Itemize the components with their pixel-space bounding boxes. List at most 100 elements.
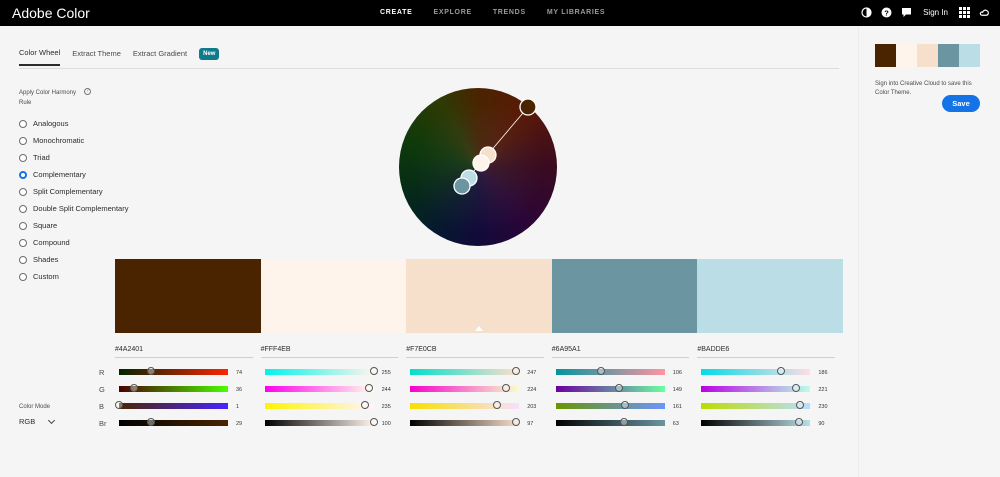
- slider-track-b[interactable]: [701, 401, 811, 409]
- slider-track-g[interactable]: [119, 384, 228, 392]
- slider-value-r[interactable]: 255: [382, 370, 400, 376]
- slider-track-g[interactable]: [264, 384, 374, 392]
- handle-color-2[interactable]: [472, 154, 490, 172]
- rule-compound[interactable]: Compound: [19, 234, 128, 251]
- slider-handle[interactable]: [364, 384, 373, 392]
- radio-selected-icon[interactable]: [19, 170, 27, 179]
- rule-monochromatic[interactable]: Monochromatic: [19, 132, 128, 149]
- slider-value-b[interactable]: 203: [527, 404, 545, 410]
- slider-track-r[interactable]: [119, 367, 228, 375]
- save-button[interactable]: Save: [942, 95, 980, 112]
- slider-track-r[interactable]: [264, 367, 378, 375]
- slider-handle[interactable]: [146, 418, 155, 426]
- slider-handle[interactable]: [597, 367, 606, 375]
- app-title[interactable]: Adobe Color: [12, 5, 90, 21]
- slider-handle[interactable]: [501, 384, 510, 392]
- slider-value-br[interactable]: 29: [236, 421, 254, 427]
- swatch-4[interactable]: [551, 259, 698, 333]
- radio-icon[interactable]: [19, 204, 27, 213]
- slider-value-r[interactable]: 106: [673, 370, 691, 376]
- hex-input-5[interactable]: #BADDE6: [697, 346, 835, 358]
- slider-handle[interactable]: [361, 401, 370, 409]
- slider-value-g[interactable]: 224: [527, 387, 545, 393]
- nav-my-libraries[interactable]: MY LIBRARIES: [547, 9, 605, 16]
- slider-track-r[interactable]: [410, 367, 520, 375]
- rule-double-split-complementary[interactable]: Double Split Complementary: [19, 200, 128, 217]
- slider-value-b[interactable]: 235: [382, 404, 400, 410]
- rule-analogous[interactable]: Analogous: [19, 115, 128, 132]
- radio-icon[interactable]: [19, 255, 27, 264]
- tab-extract-gradient[interactable]: Extract Gradient: [133, 49, 187, 65]
- slider-track-b[interactable]: [410, 401, 520, 409]
- slider-handle[interactable]: [776, 367, 785, 375]
- slider-track-br[interactable]: [555, 418, 665, 426]
- info-icon[interactable]: ?: [84, 88, 91, 95]
- handle-color-4[interactable]: [453, 177, 471, 195]
- slider-track-br[interactable]: [119, 418, 228, 426]
- creative-cloud-icon[interactable]: [979, 7, 990, 18]
- slider-track-r[interactable]: [555, 367, 665, 375]
- slider-handle[interactable]: [615, 384, 624, 392]
- swatch-1[interactable]: [115, 259, 261, 333]
- slider-track-g[interactable]: [701, 384, 811, 392]
- help-icon[interactable]: ?: [881, 7, 892, 18]
- tab-color-wheel[interactable]: Color Wheel: [19, 48, 61, 66]
- radio-icon[interactable]: [19, 119, 27, 128]
- rule-square[interactable]: Square: [19, 217, 128, 234]
- slider-value-br[interactable]: 100: [382, 421, 400, 427]
- apps-grid-icon[interactable]: [959, 7, 970, 18]
- rule-complementary[interactable]: Complementary: [19, 166, 128, 183]
- hex-input-2[interactable]: #FFF4EB: [260, 346, 399, 358]
- slider-value-g[interactable]: 221: [818, 387, 836, 393]
- slider-value-br[interactable]: 90: [818, 421, 836, 427]
- accessibility-icon[interactable]: [861, 7, 872, 18]
- swatch-3[interactable]: [406, 259, 552, 333]
- slider-value-g[interactable]: 149: [673, 387, 691, 393]
- slider-value-b[interactable]: 1: [236, 404, 254, 410]
- radio-icon[interactable]: [19, 238, 27, 247]
- nav-explore[interactable]: EXPLORE: [433, 9, 471, 16]
- slider-value-g[interactable]: 36: [236, 387, 254, 393]
- slider-handle[interactable]: [146, 367, 155, 375]
- hex-input-1[interactable]: #4A2401: [115, 346, 253, 358]
- slider-value-g[interactable]: 244: [382, 387, 400, 393]
- rule-triad[interactable]: Triad: [19, 149, 128, 166]
- slider-handle[interactable]: [795, 418, 804, 426]
- feedback-icon[interactable]: [901, 7, 912, 18]
- slider-handle[interactable]: [369, 367, 378, 375]
- swatch-2[interactable]: [260, 259, 407, 333]
- slider-value-b[interactable]: 230: [818, 404, 836, 410]
- slider-handle[interactable]: [492, 401, 501, 409]
- slider-handle[interactable]: [511, 367, 520, 375]
- slider-value-r[interactable]: 74: [236, 370, 254, 376]
- handle-base[interactable]: [519, 98, 537, 116]
- radio-icon[interactable]: [19, 153, 27, 162]
- rule-split-complementary[interactable]: Split Complementary: [19, 183, 128, 200]
- color-wheel[interactable]: [399, 88, 557, 246]
- slider-handle[interactable]: [791, 384, 800, 392]
- slider-value-b[interactable]: 161: [673, 404, 691, 410]
- slider-value-r[interactable]: 186: [818, 370, 836, 376]
- swatch-5[interactable]: [697, 259, 843, 333]
- hex-input-3[interactable]: #F7E0CB: [406, 346, 544, 358]
- slider-track-br[interactable]: [410, 418, 520, 426]
- slider-handle[interactable]: [115, 401, 124, 409]
- slider-value-r[interactable]: 247: [527, 370, 545, 376]
- slider-track-b[interactable]: [115, 401, 228, 409]
- slider-handle[interactable]: [795, 401, 804, 409]
- rule-custom[interactable]: Custom: [19, 268, 128, 285]
- slider-handle[interactable]: [511, 418, 520, 426]
- slider-handle[interactable]: [130, 384, 139, 392]
- rule-shades[interactable]: Shades: [19, 251, 128, 268]
- nav-create[interactable]: CREATE: [380, 9, 412, 16]
- hex-input-4[interactable]: #6A95A1: [551, 346, 690, 358]
- slider-value-br[interactable]: 97: [527, 421, 545, 427]
- slider-track-br[interactable]: [701, 418, 811, 426]
- slider-track-br[interactable]: [264, 418, 378, 426]
- color-wheel-disc[interactable]: [399, 88, 557, 246]
- slider-handle[interactable]: [620, 418, 629, 426]
- slider-track-b[interactable]: [264, 401, 374, 409]
- slider-track-r[interactable]: [701, 367, 811, 375]
- sign-in-link[interactable]: Sign In: [923, 8, 948, 17]
- radio-icon[interactable]: [19, 221, 27, 230]
